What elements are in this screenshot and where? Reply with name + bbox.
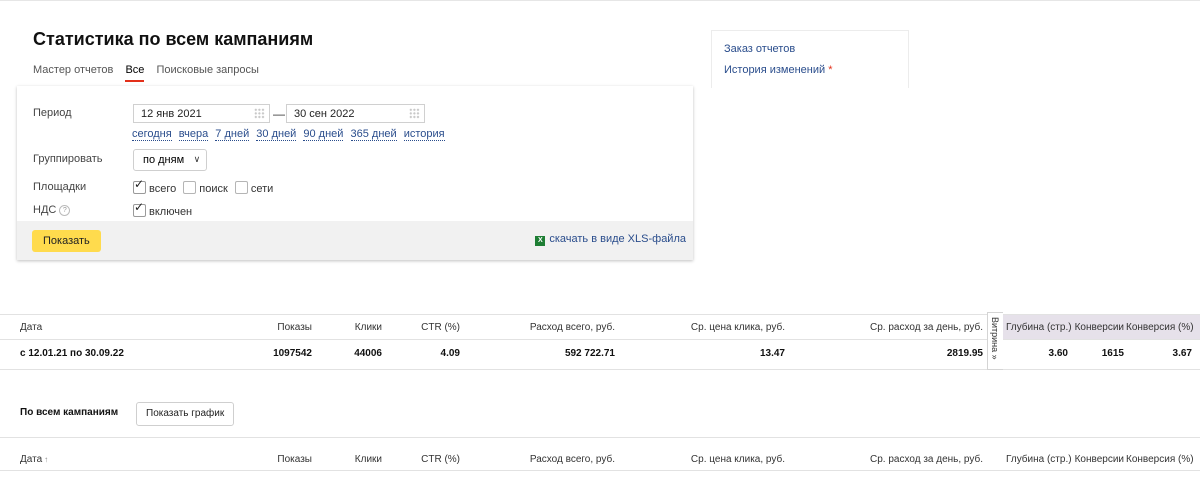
quick-period-7-days[interactable]: 7 дней [215,128,250,141]
vitrina-label: Витрина » [990,317,1000,360]
panel-footer: Показать Xскачать в виде XLS-файла [17,221,693,260]
show-graph-button[interactable]: Показать график [136,402,235,426]
vat-label: НДС? [33,204,71,216]
xls-file-icon: X [535,236,546,246]
summary-cell-depth: 3.60 [1048,348,1068,359]
summary-cell-impressions: 1097542 [273,348,312,359]
group-by-value: по дням [143,154,185,166]
campaigns-header-conversion-rate[interactable]: Конверсия (%) [1126,454,1194,465]
quick-period-links: сегодня вчера 7 дней 30 дней 90 дней 365… [132,128,449,141]
summary-cell-ctr: 4.09 [440,348,460,359]
vat-option: включен [133,200,196,218]
quick-period-today[interactable]: сегодня [132,128,172,141]
vat-included-checkbox[interactable] [133,200,146,217]
summary-header-depth: Глубина (стр.) [1006,322,1072,333]
summary-header-cost: Расход всего, руб. [529,322,615,333]
tab-all[interactable]: Все [125,64,144,82]
vitrina-toggle[interactable]: Витрина » [987,312,1003,370]
platforms-options: всего поиск сети [133,177,277,195]
summary-header-impressions: Показы [277,322,312,333]
platform-search-label: поиск [199,183,228,195]
summary-header-avg-cpc: Ср. цена клика, руб. [690,322,785,333]
summary-header-ctr: CTR (%) [421,322,460,333]
summary-cell-cost: 592 722.71 [564,348,615,359]
platform-search-checkbox[interactable] [183,181,197,194]
date-range-dash: — [273,107,285,121]
platform-networks-label: сети [250,183,274,195]
top-border [0,0,1200,1]
history-mark: * [828,64,833,76]
vat-label-text: НДС [33,204,57,216]
campaigns-header-conversions[interactable]: Конверсии [1072,454,1124,465]
date-from-value: 12 янв 2021 [141,108,202,120]
calendar-icon[interactable] [409,108,420,119]
period-label: Период [33,107,72,119]
summary-top-divider [0,314,1200,315]
campaigns-section-title: По всем кампаниям [20,407,119,418]
summary-header-avg-daily-cost: Ср. расход за день, руб. [870,322,983,333]
summary-cell-date: с 12.01.21 по 30.09.22 [20,348,124,359]
date-to-input[interactable]: 30 сен 2022 [286,104,425,123]
quick-period-yesterday[interactable]: вчера [178,128,209,141]
summary-cell-avg-cpc: 13.47 [759,348,785,359]
campaigns-top-divider [0,437,1200,438]
page-title: Статистика по всем кампаниям [33,29,314,49]
date-from-input[interactable]: 12 янв 2021 [133,104,270,123]
download-xls-label: скачать в виде XLS-файла [549,233,686,245]
campaigns-header-date-label: Дата [20,454,43,465]
summary-header-clicks: Клики [354,322,382,333]
quick-period-365-days[interactable]: 365 дней [350,128,397,141]
summary-header-divider [0,339,1200,340]
quick-period-30-days[interactable]: 30 дней [256,128,297,141]
campaigns-header-depth[interactable]: Глубина (стр.) [1006,454,1072,465]
tab-search-queries[interactable]: Поисковые запросы [156,64,258,82]
summary-cell-conversions: 1615 [1101,348,1124,359]
calendar-icon[interactable] [254,108,265,119]
campaigns-header-divider [0,470,1200,471]
group-label: Группировать [33,153,103,165]
campaigns-header-avg-cpc[interactable]: Ср. цена клика, руб. [655,454,785,465]
platforms-label: Площадки [33,181,87,193]
vat-included-label: включен [149,206,193,218]
history-link[interactable]: История изменений * [724,64,908,76]
download-xls-link[interactable]: Xскачать в виде XLS-файла [535,233,686,246]
platform-networks-checkbox[interactable] [234,181,248,194]
sort-arrow-icon: ↑ [44,455,49,464]
summary-header-conversions: Конверсии [1074,322,1124,333]
report-settings-panel: Период 12 янв 2021 — 30 сен 2022 сегодня… [17,86,693,260]
campaigns-header-impressions[interactable]: Показы [232,454,312,465]
campaigns-header-avg-daily-cost[interactable]: Ср. расход за день, руб. [830,454,983,465]
summary-header-date: Дата [20,322,43,333]
platform-all-label: всего [149,183,177,195]
history-link-label: История изменений [724,64,826,76]
group-by-select[interactable]: по дням ∨ [133,149,208,171]
summary-cell-clicks: 44006 [354,348,382,359]
date-to-value: 30 сен 2022 [294,108,355,120]
help-icon[interactable]: ? [59,205,71,216]
campaigns-header-date[interactable]: Дата ↑ [20,454,48,465]
platform-all-checkbox[interactable] [133,177,146,194]
report-tabs: Мастер отчетов Все Поисковые запросы [33,64,268,84]
campaigns-header-cost[interactable]: Расход всего, руб. [480,454,615,465]
campaigns-header-clicks[interactable]: Клики [322,454,382,465]
summary-bottom-divider [0,369,1200,370]
campaigns-header-ctr[interactable]: CTR (%) [400,454,460,465]
summary-header-conversion-rate: Конверсия (%) [1126,322,1194,333]
summary-cell-avg-daily-cost: 2819.95 [946,348,983,359]
tab-report-wizard[interactable]: Мастер отчетов [33,64,113,82]
summary-cell-conversion-rate: 3.67 [1172,348,1192,359]
side-links-box: Заказ отчетов История изменений * [711,30,909,88]
quick-period-history[interactable]: история [403,128,445,141]
quick-period-90-days[interactable]: 90 дней [303,128,344,141]
order-reports-link[interactable]: Заказ отчетов [724,43,908,55]
show-button[interactable]: Показать [32,230,101,252]
chevron-down-icon: ∨ [193,154,201,164]
